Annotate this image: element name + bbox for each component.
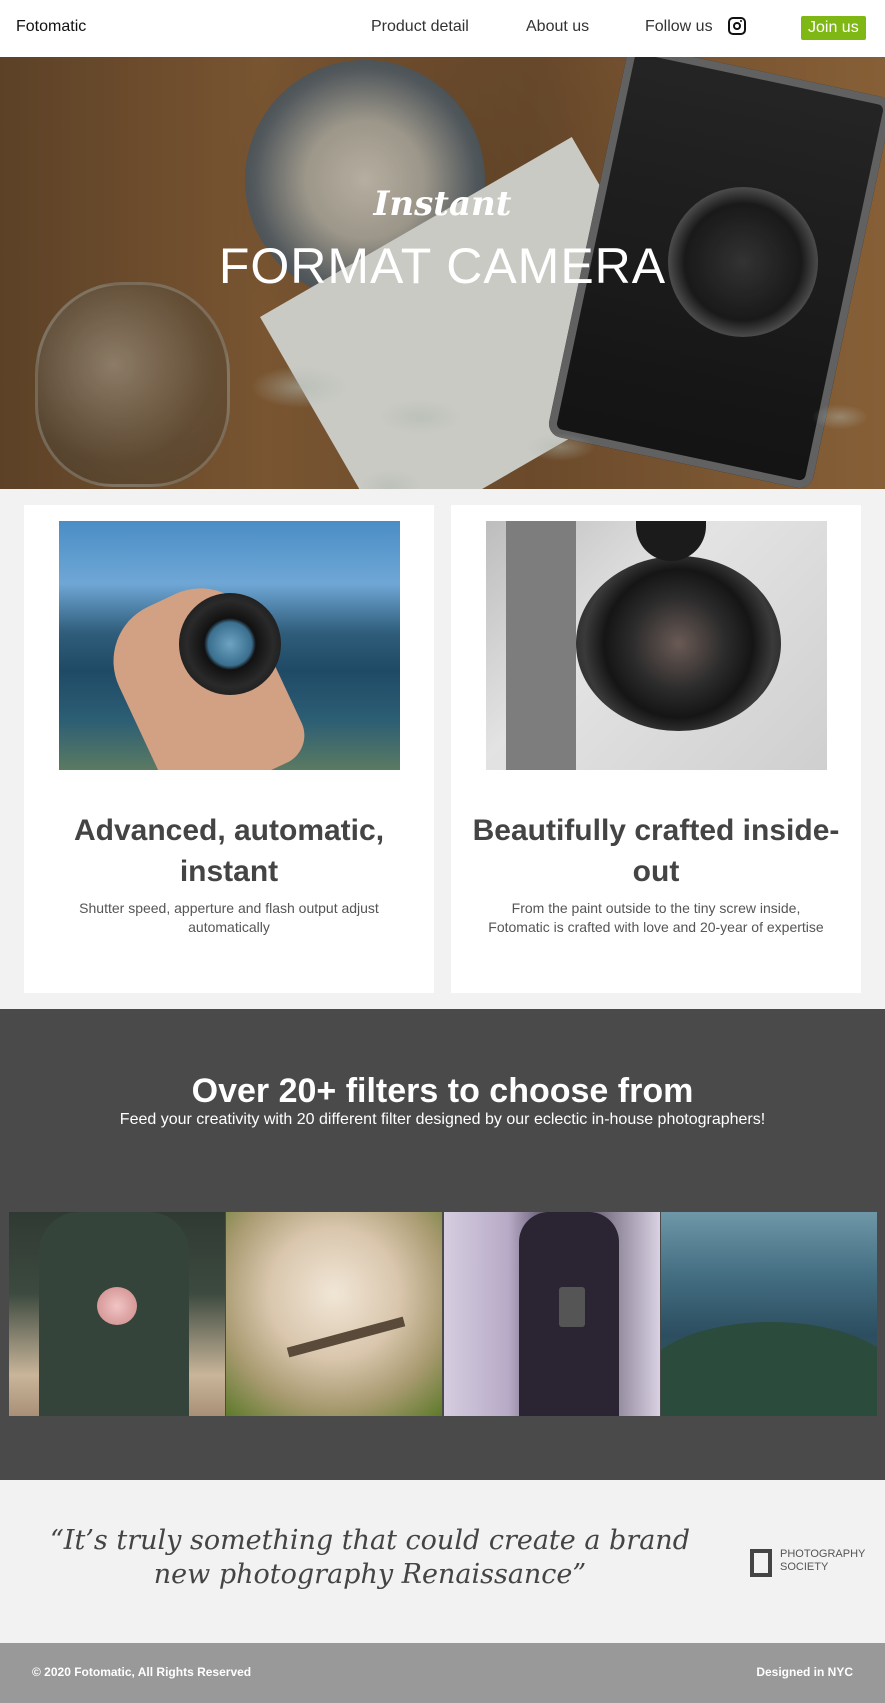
nav-link-product-detail[interactable]: Product detail: [371, 18, 469, 36]
testimonial-quote: “It’s truly something that could create …: [50, 1525, 690, 1590]
lens-in-hand-image: [59, 521, 400, 770]
nav-link-follow-us[interactable]: Follow us: [645, 18, 713, 36]
camera-dial: [636, 521, 706, 561]
gallery-branch-shape: [286, 1316, 406, 1358]
feature-text: Shutter speed, apperture and flash outpu…: [79, 900, 379, 935]
site-logo[interactable]: Fotomatic: [16, 18, 86, 36]
gallery-flower-shape: [97, 1287, 137, 1325]
testimonial-source: PHOTOGRAPHY SOCIETY: [780, 1548, 866, 1573]
gallery-image-flower: [9, 1212, 225, 1416]
feature-title: Advanced, automatic, instant: [73, 814, 385, 888]
photography-society-logo: [750, 1549, 772, 1577]
footer-copyright: © 2020 Fotomatic, All Rights Reserved: [32, 1665, 252, 1679]
gallery-image-blossom: [226, 1212, 442, 1416]
camera-strip: [506, 521, 576, 770]
hero-title: FORMAT CAMERA: [218, 238, 667, 294]
feature-card-automatic: Advanced, automatic, instant Shutter spe…: [24, 505, 434, 993]
filters-title: Over 20+ filters to choose from: [191, 1072, 694, 1110]
lens-ring: [179, 593, 281, 695]
gallery-hill-shape: [661, 1322, 877, 1416]
feature-card-crafted: Beautifully crafted inside-out From the …: [451, 505, 861, 993]
hero-subtitle: Instant: [373, 184, 512, 224]
hero-banner: Instant FORMAT CAMERA: [0, 57, 885, 489]
filters-section: Over 20+ filters to choose from Feed you…: [0, 1009, 885, 1480]
camera-lens: [576, 556, 781, 731]
top-nav: Fotomatic Product detail About us Follow…: [0, 0, 885, 57]
nav-link-about-us[interactable]: About us: [526, 18, 589, 36]
gallery-image-valley: [661, 1212, 877, 1416]
gallery-image-photographer: [444, 1212, 660, 1416]
filters-subtitle: Feed your creativity with 20 different f…: [119, 1111, 766, 1128]
gallery-camera-shape: [559, 1287, 585, 1327]
feature-title: Beautifully crafted inside-out: [472, 814, 840, 888]
join-button[interactable]: Join us: [801, 16, 866, 40]
instagram-icon[interactable]: [728, 17, 746, 35]
footer-credit: Designed in NYC: [756, 1665, 853, 1679]
footer: © 2020 Fotomatic, All Rights Reserved De…: [0, 1643, 885, 1703]
camera-closeup-image: [486, 521, 827, 770]
feature-text: From the paint outside to the tiny screw…: [488, 900, 824, 935]
